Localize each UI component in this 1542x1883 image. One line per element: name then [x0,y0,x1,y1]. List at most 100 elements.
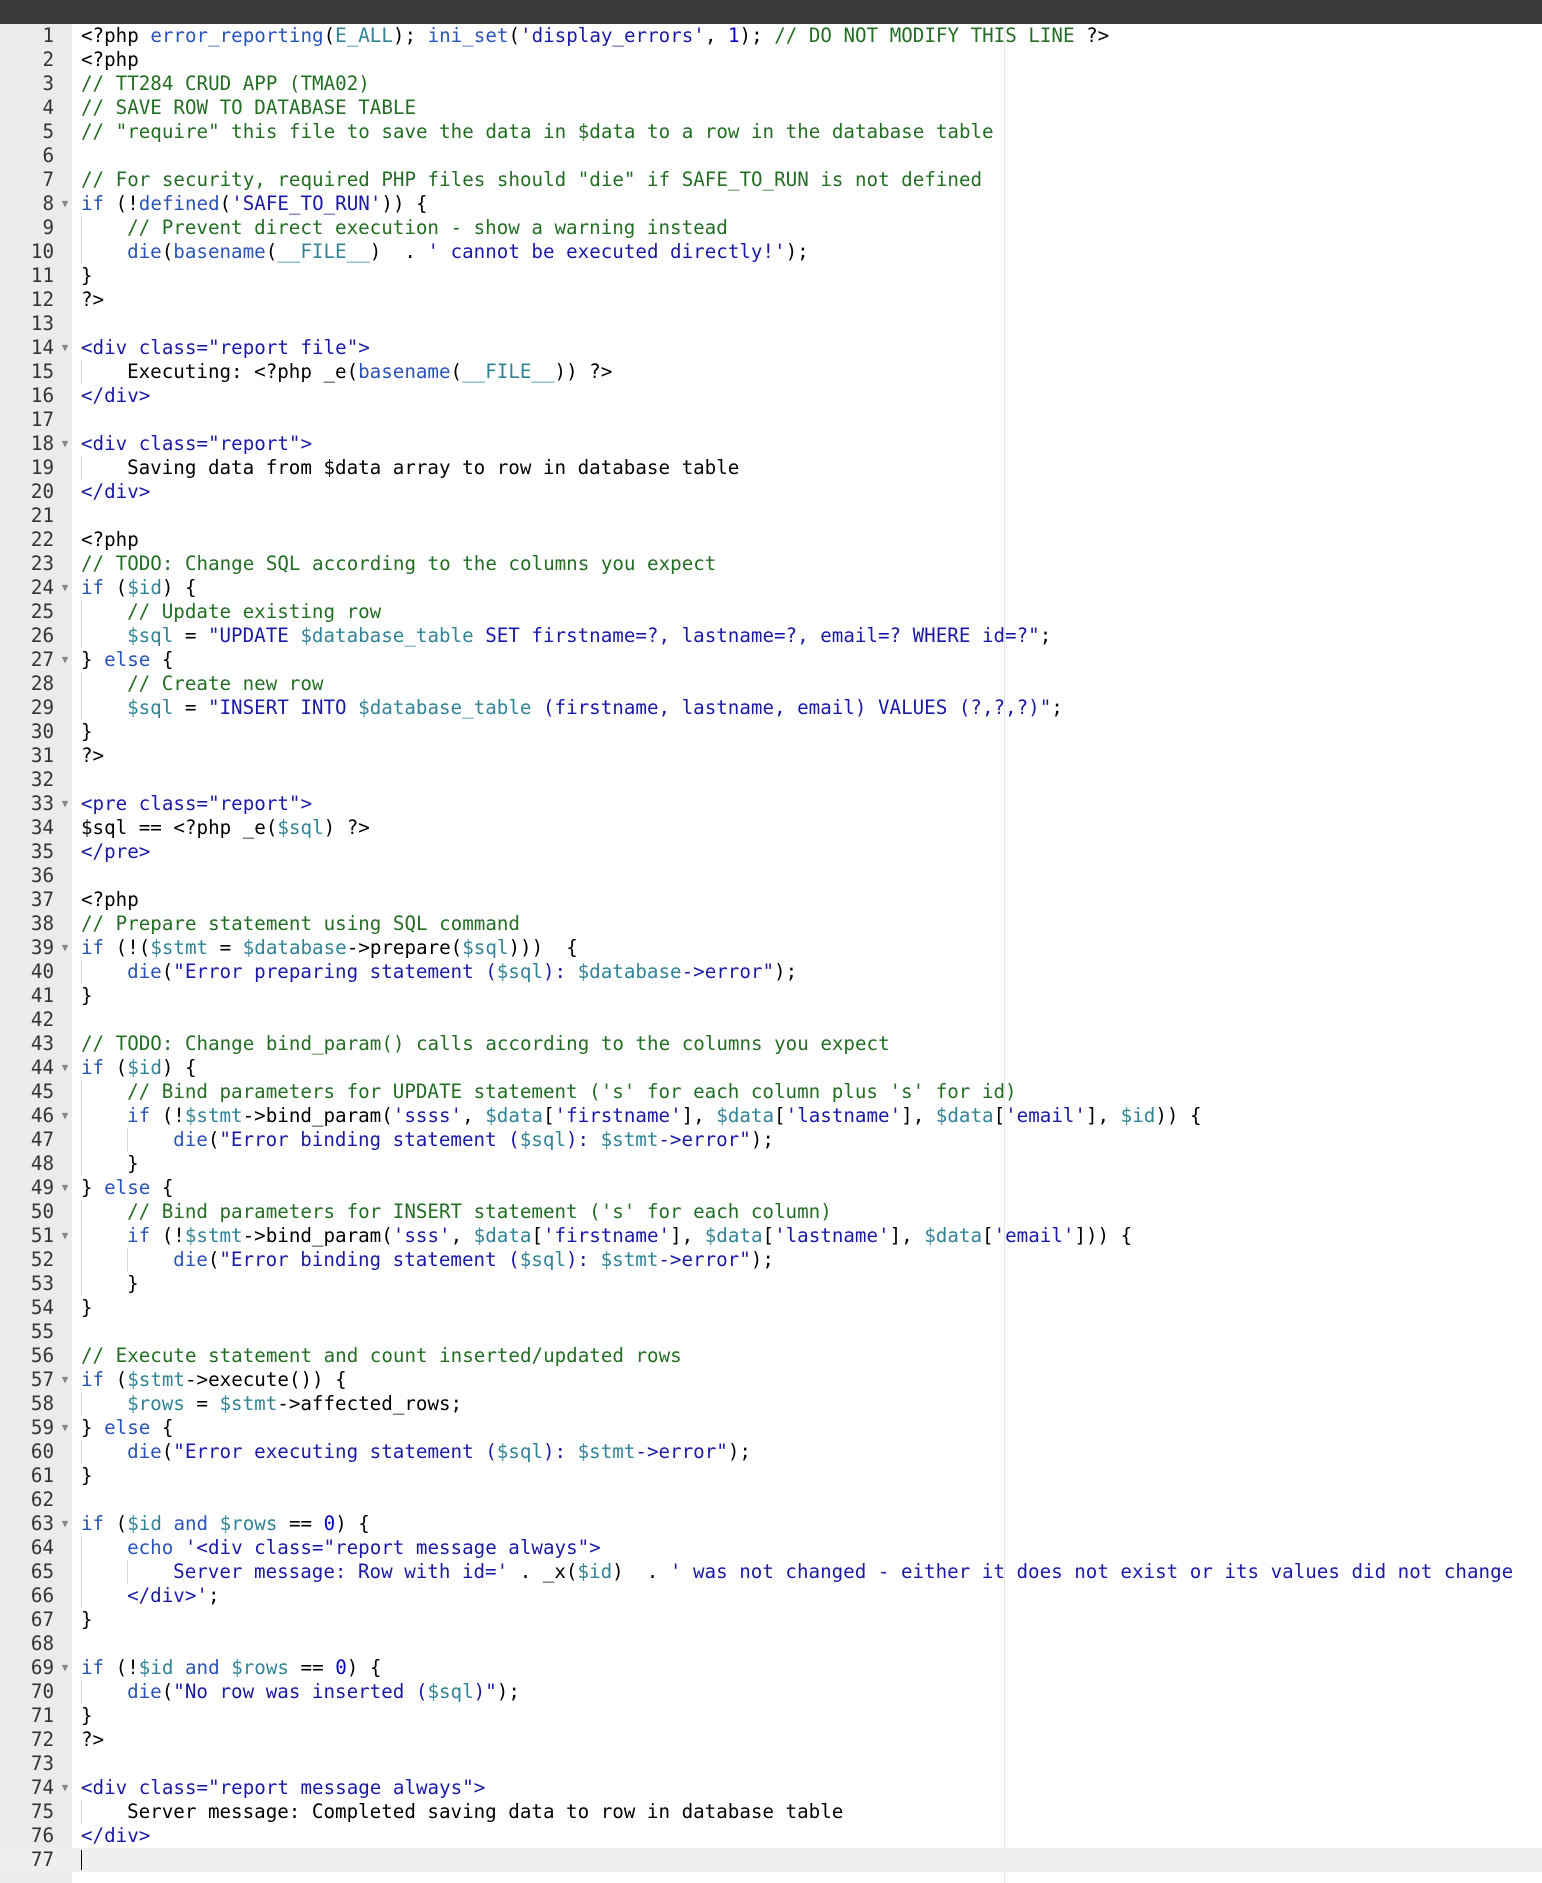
code-line[interactable]: 35 </pre> [0,840,1542,864]
code-line[interactable]: 61} [0,1464,1542,1488]
fold-arrow-icon[interactable]: ▼ [59,1224,71,1248]
code-line[interactable]: 8 ▼ if (!defined('SAFE_TO_RUN')) { [0,192,1542,216]
code-line[interactable]: 67} [0,1608,1542,1632]
code-line[interactable]: 31 ?> [0,744,1542,768]
code-line[interactable]: 47 die("Error binding statement ($sql): $… [0,1128,1542,1152]
code-line[interactable]: 68 [0,1632,1542,1656]
code-line[interactable]: 56 // Execute statement and count inserte… [0,1344,1542,1368]
code-line[interactable]: 53} [0,1272,1542,1296]
code-line[interactable]: 27 ▼} else { [0,648,1542,672]
code-line[interactable]: 34 $sql == <?php _e($sql) ?> [0,816,1542,840]
code-line[interactable]: 6 [0,144,1542,168]
fold-arrow-icon[interactable]: ▼ [59,1176,71,1200]
code-line[interactable]: 66 </div>'; [0,1584,1542,1608]
code-line[interactable]: 58 $rows = $stmt->affected_rows; [0,1392,1542,1416]
code-line[interactable]: 75 Server message: Completed saving data … [0,1800,1542,1824]
code-line[interactable]: 21 [0,504,1542,528]
code-line[interactable]: 28 // Create new row [0,672,1542,696]
code-line[interactable]: 30} [0,720,1542,744]
code-line[interactable]: 17 [0,408,1542,432]
code-line[interactable]: 54} [0,1296,1542,1320]
code-line[interactable]: 3 // TT284 CRUD APP (TMA02) [0,72,1542,96]
code-line[interactable]: 12 ?> [0,288,1542,312]
code-line[interactable]: 50 // Bind parameters for INSERT statemen… [0,1200,1542,1224]
fold-arrow-icon[interactable]: ▼ [59,1776,71,1800]
code-line[interactable]: 44 ▼ if ($id) { [0,1056,1542,1080]
code-line[interactable]: 26 $sql = "UPDATE $database_table SET fir… [0,624,1542,648]
code-line[interactable]: 7 // For security, required PHP files sho… [0,168,1542,192]
fold-arrow-icon[interactable]: ▼ [59,1368,71,1392]
code-line[interactable]: 22 <?php [0,528,1542,552]
fold-arrow-icon[interactable]: ▼ [59,576,71,600]
code-line[interactable]: 46 ▼ if (!$stmt->bind_param('ssss', $data[… [0,1104,1542,1128]
fold-arrow-icon[interactable]: ▼ [59,648,71,672]
code-line[interactable]: 77 [0,1848,1542,1872]
code-line[interactable]: 59 ▼} else { [0,1416,1542,1440]
code-line[interactable]: 64 echo '<div class="report message alway… [0,1536,1542,1560]
code-line[interactable]: 29 $sql = "INSERT INTO $database_table (f… [0,696,1542,720]
code-line[interactable]: 43 // TODO: Change bind_param() calls acc… [0,1032,1542,1056]
code-line[interactable]: 42 [0,1008,1542,1032]
code-line[interactable]: 4 // SAVE ROW TO DATABASE TABLE [0,96,1542,120]
code-line[interactable]: 37 <?php [0,888,1542,912]
code-line[interactable]: 65 Server message: Row with id=' . _x($id… [0,1560,1542,1584]
fold-arrow-icon[interactable]: ▼ [59,1056,71,1080]
code-token: $stmt [184,1224,243,1247]
code-line[interactable]: 63 ▼ if ($id and $rows == 0) { [0,1512,1542,1536]
fold-arrow-icon[interactable]: ▼ [59,1512,71,1536]
code-line[interactable]: 74 ▼ <div class="report message always"> [0,1776,1542,1800]
code-line[interactable]: 40 die("Error preparing statement ($sql):… [0,960,1542,984]
fold-arrow-icon[interactable]: ▼ [59,432,71,456]
fold-arrow-icon[interactable]: ▼ [59,1104,71,1128]
code-line[interactable]: 13 [0,312,1542,336]
code-line[interactable]: 36 [0,864,1542,888]
code-line[interactable]: 14 ▼ <div class="report file"> [0,336,1542,360]
code-line[interactable]: 49 ▼} else { [0,1176,1542,1200]
code-line[interactable]: 48} [0,1152,1542,1176]
code-line[interactable]: 15 Executing: <?php _e(basename(__FILE__)… [0,360,1542,384]
fold-arrow-icon[interactable]: ▼ [59,1416,71,1440]
code-editor[interactable]: 1 <?php error_reporting(E_ALL); ini_set('… [0,24,1542,1883]
code-token: 0 [323,1512,336,1535]
code-lines[interactable]: 1 <?php error_reporting(E_ALL); ini_set('… [0,24,1542,1872]
code-line[interactable]: 5 // "require" this file to save the data… [0,120,1542,144]
code-line[interactable]: 24 ▼ if ($id) { [0,576,1542,600]
code-line[interactable]: 62 [0,1488,1542,1512]
code-line[interactable]: 52 die("Error binding statement ($sql): $… [0,1248,1542,1272]
code-line[interactable]: 57 ▼ if ($stmt->execute()) { [0,1368,1542,1392]
code-line[interactable]: 32 [0,768,1542,792]
code-line[interactable]: 23 // TODO: Change SQL according to the c… [0,552,1542,576]
code-line[interactable]: 60 die("Error executing statement ($sql):… [0,1440,1542,1464]
code-line[interactable]: 41} [0,984,1542,1008]
code-line[interactable]: 20 </div> [0,480,1542,504]
code-line[interactable]: 73 [0,1752,1542,1776]
code-line[interactable]: 2 <?php [0,48,1542,72]
fold-arrow-icon[interactable]: ▼ [59,1656,71,1680]
code-line[interactable]: 72 ?> [0,1728,1542,1752]
code-line[interactable]: 38 // Prepare statement using SQL command [0,912,1542,936]
fold-arrow-icon[interactable]: ▼ [59,792,71,816]
code-token: Saving data from $data array to row in d… [127,456,740,479]
code-line[interactable]: 18 ▼ <div class="report"> [0,432,1542,456]
fold-arrow-icon[interactable]: ▼ [59,336,71,360]
code-line[interactable]: 1 <?php error_reporting(E_ALL); ini_set('… [0,24,1542,48]
code-line[interactable]: 45 // Bind parameters for UPDATE statemen… [0,1080,1542,1104]
code-line[interactable]: 16 </div> [0,384,1542,408]
code-line[interactable]: 71} [0,1704,1542,1728]
code-line[interactable]: 39 ▼ if (!($stmt = $database->prepare($sql… [0,936,1542,960]
code-line[interactable]: 25 // Update existing row [0,600,1542,624]
code-line[interactable]: 51 ▼ if (!$stmt->bind_param('sss', $data['… [0,1224,1542,1248]
code-line[interactable]: 10 die(basename(__FILE__) . ' cannot be e… [0,240,1542,264]
code-line[interactable]: 11} [0,264,1542,288]
code-line[interactable]: 76 </div> [0,1824,1542,1848]
code-line[interactable]: 33 ▼ <pre class="report"> [0,792,1542,816]
code-line[interactable]: 69 ▼ if (!$id and $rows == 0) { [0,1656,1542,1680]
code-line[interactable]: 19 Saving data from $data array to row in… [0,456,1542,480]
code-line[interactable]: 55 [0,1320,1542,1344]
code-token: <?php [81,48,139,71]
code-line[interactable]: 70 die("No row was inserted ($sql)"); [0,1680,1542,1704]
code-token: // Bind parameters for UPDATE statement … [127,1080,1017,1103]
fold-arrow-icon[interactable]: ▼ [59,936,71,960]
code-line[interactable]: 9 // Prevent direct execution - show a wa… [0,216,1542,240]
fold-arrow-icon[interactable]: ▼ [59,192,71,216]
